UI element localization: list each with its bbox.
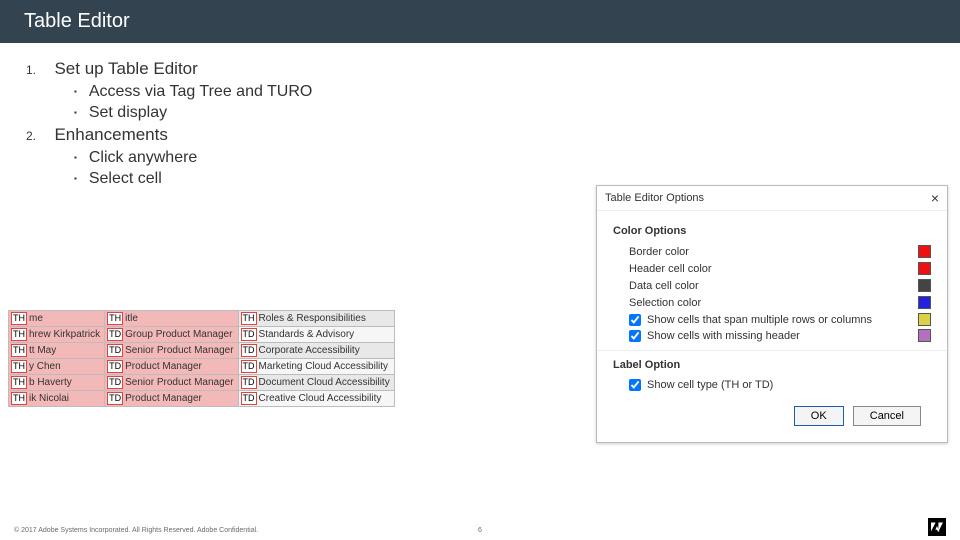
cancel-button[interactable]: Cancel	[853, 406, 921, 426]
span-cells-swatch[interactable]	[918, 313, 931, 326]
table-cell: THitle	[105, 311, 238, 327]
data-cell-color-swatch[interactable]	[918, 279, 931, 292]
copyright: © 2017 Adobe Systems Incorporated. All R…	[14, 527, 258, 534]
outline-text-2: Enhancements	[54, 125, 167, 144]
header-cell-color-label: Header cell color	[629, 263, 712, 275]
cell-tag-badge: TH	[11, 328, 27, 341]
span-cells-label: Show cells that span multiple rows or co…	[647, 314, 872, 326]
header-cell-color-swatch[interactable]	[918, 262, 931, 275]
outline: 1. Set up Table Editor Access via Tag Tr…	[0, 43, 960, 199]
cell-tag-badge: TD	[107, 392, 123, 405]
label-option-heading: Label Option	[613, 359, 931, 371]
header-cell-color-row: Header cell color	[629, 262, 931, 275]
outline-sub-1-1: Access via Tag Tree and TURO	[26, 83, 952, 101]
slide-title: Table Editor	[24, 10, 130, 32]
show-cell-type-label: Show cell type (TH or TD)	[647, 379, 773, 391]
outline-num-2: 2.	[26, 129, 50, 143]
table-cell: TDProduct Manager	[105, 391, 238, 407]
outline-num-1: 1.	[26, 63, 50, 77]
table-cell: TDDocument Cloud Accessibility	[238, 375, 394, 391]
cell-tag-badge: TD	[241, 376, 257, 389]
adobe-logo	[928, 518, 946, 536]
missing-header-label: Show cells with missing header	[647, 330, 800, 342]
page-number: 6	[478, 527, 482, 534]
cell-tag-badge: TD	[241, 392, 257, 405]
table-cell: TDSenior Product Manager	[105, 343, 238, 359]
sample-table: THmeTHitleTHRoles & Responsibilities THhr…	[8, 310, 395, 407]
cell-tag-badge: TD	[107, 360, 123, 373]
missing-header-checkbox[interactable]	[629, 330, 641, 342]
table-cell: THRoles & Responsibilities	[238, 311, 394, 327]
ok-button[interactable]: OK	[794, 406, 844, 426]
dialog-title: Table Editor Options	[605, 192, 704, 204]
cell-tag-badge: TD	[241, 360, 257, 373]
cell-tag-badge: TH	[11, 360, 27, 373]
span-cells-check-row: Show cells that span multiple rows or co…	[629, 313, 931, 326]
outline-item-2: 2. Enhancements	[26, 125, 952, 145]
cell-tag-badge: TD	[241, 328, 257, 341]
dialog-titlebar: Table Editor Options ×	[597, 186, 947, 211]
cell-tag-badge: TH	[11, 392, 27, 405]
color-options-heading: Color Options	[613, 225, 931, 237]
cell-tag-badge: TH	[11, 344, 27, 357]
table-cell: THy Chen	[9, 359, 105, 375]
cell-tag-badge: TD	[107, 344, 123, 357]
cell-tag-badge: TD	[107, 328, 123, 341]
table-editor-sample: THmeTHitleTHRoles & Responsibilities THhr…	[8, 310, 395, 407]
border-color-label: Border color	[629, 246, 689, 258]
data-cell-color-label: Data cell color	[629, 280, 699, 292]
table-cell: TDProduct Manager	[105, 359, 238, 375]
table-cell: TDCorporate Accessibility	[238, 343, 394, 359]
missing-header-check-row: Show cells with missing header	[629, 329, 931, 342]
show-cell-type-row: Show cell type (TH or TD)	[629, 379, 931, 391]
table-cell: THik Nicolai	[9, 391, 105, 407]
cell-tag-badge: TH	[241, 312, 257, 325]
outline-sub-1-2: Set display	[26, 104, 952, 122]
border-color-row: Border color	[629, 245, 931, 258]
table-cell: THb Haverty	[9, 375, 105, 391]
table-cell: TDCreative Cloud Accessibility	[238, 391, 394, 407]
selection-color-swatch[interactable]	[918, 296, 931, 309]
table-cell: THtt May	[9, 343, 105, 359]
table-cell: TDMarketing Cloud Accessibility	[238, 359, 394, 375]
slide-title-bar: Table Editor	[0, 0, 960, 43]
cell-tag-badge: TD	[241, 344, 257, 357]
table-cell: THme	[9, 311, 105, 327]
cell-tag-badge: TH	[107, 312, 123, 325]
cell-tag-badge: TH	[11, 312, 27, 325]
outline-text-1: Set up Table Editor	[54, 59, 197, 78]
table-editor-options-dialog: Table Editor Options × Color Options Bor…	[596, 185, 948, 443]
table-cell: THhrew Kirkpatrick	[9, 327, 105, 343]
selection-color-label: Selection color	[629, 297, 701, 309]
missing-header-swatch[interactable]	[918, 329, 931, 342]
show-cell-type-checkbox[interactable]	[629, 379, 641, 391]
cell-tag-badge: TD	[107, 376, 123, 389]
table-cell: TDSenior Product Manager	[105, 375, 238, 391]
table-cell: TDStandards & Advisory	[238, 327, 394, 343]
span-cells-checkbox[interactable]	[629, 314, 641, 326]
selection-color-row: Selection color	[629, 296, 931, 309]
close-icon[interactable]: ×	[931, 190, 939, 206]
outline-item-1: 1. Set up Table Editor	[26, 59, 952, 79]
cell-tag-badge: TH	[11, 376, 27, 389]
footer: © 2017 Adobe Systems Incorporated. All R…	[0, 527, 960, 534]
table-cell: TDGroup Product Manager	[105, 327, 238, 343]
border-color-swatch[interactable]	[918, 245, 931, 258]
data-cell-color-row: Data cell color	[629, 279, 931, 292]
outline-sub-2-1: Click anywhere	[26, 149, 952, 167]
dialog-button-bar: OK Cancel	[613, 394, 931, 436]
